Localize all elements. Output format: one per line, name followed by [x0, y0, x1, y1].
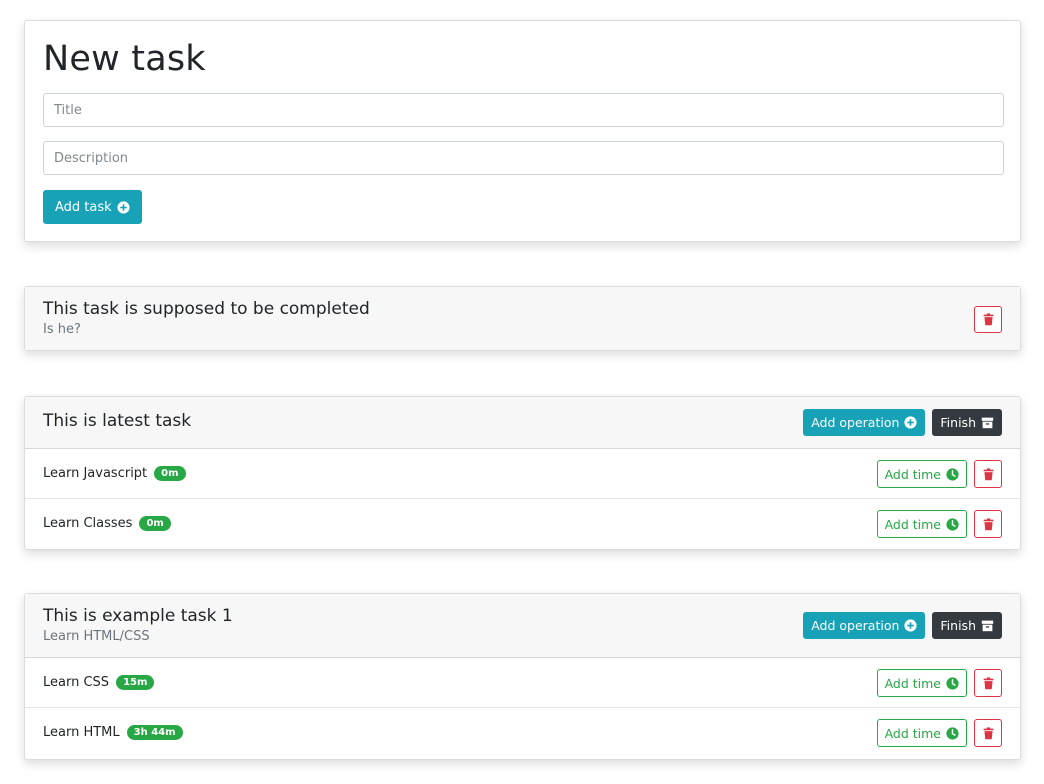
clock-icon [946, 517, 959, 531]
delete-task-button[interactable] [974, 306, 1002, 333]
description-input[interactable] [43, 141, 1004, 175]
time-badge: 3h 44m [126, 725, 183, 740]
task-title: This task is supposed to be completed [43, 299, 370, 319]
time-badge: 15m [116, 675, 155, 690]
add-operation-label: Add operation [811, 415, 900, 430]
title-input[interactable] [43, 93, 1004, 127]
operation-list: Learn Javascript 0m Add time Learn Class… [25, 449, 1020, 549]
task-description: Learn HTML/CSS [43, 629, 150, 644]
finish-button[interactable]: Finish [932, 409, 1002, 436]
task-card: This is latest task Add operation Finish [24, 396, 1021, 550]
task-header: This is example task 1 Learn HTML/CSS Ad… [25, 594, 1020, 658]
operation-name: Learn Classes [43, 516, 133, 531]
trash-icon [983, 726, 993, 739]
finish-button[interactable]: Finish [932, 612, 1002, 639]
add-time-label: Add time [884, 725, 941, 741]
trash-icon [983, 313, 993, 326]
plus-circle-icon [117, 200, 130, 214]
operation-row: Learn Javascript 0m Add time [25, 449, 1020, 499]
operation-list: Learn CSS 15m Add time Learn HTML 3h 44m… [25, 658, 1020, 758]
add-task-button[interactable]: Add task [43, 190, 142, 224]
plus-circle-icon [904, 416, 917, 429]
operation-name: Learn Javascript [43, 466, 148, 481]
add-task-label: Add task [55, 199, 112, 215]
new-task-card: New task Add task [24, 20, 1021, 242]
add-time-button[interactable]: Add time [876, 510, 967, 538]
add-operation-label: Add operation [811, 618, 900, 633]
delete-operation-button[interactable] [974, 460, 1002, 488]
add-time-label: Add time [884, 516, 941, 532]
clock-icon [946, 676, 959, 690]
archive-icon [981, 620, 994, 632]
task-title: This is latest task [43, 411, 192, 431]
delete-operation-button[interactable] [974, 669, 1002, 697]
add-operation-button[interactable]: Add operation [803, 409, 926, 436]
add-time-button[interactable]: Add time [876, 669, 967, 697]
trash-icon [983, 467, 993, 480]
trash-icon [983, 676, 993, 689]
task-card: This task is supposed to be completed Is… [24, 286, 1021, 351]
add-time-button[interactable]: Add time [876, 719, 967, 747]
add-operation-button[interactable]: Add operation [803, 612, 926, 639]
task-description: Is he? [43, 322, 81, 337]
archive-icon [981, 417, 994, 429]
task-header: This is latest task Add operation Finish [25, 397, 1020, 449]
operation-row: Learn CSS 15m Add time [25, 658, 1020, 708]
task-title: This is example task 1 [43, 606, 233, 626]
plus-circle-icon [904, 619, 917, 632]
delete-operation-button[interactable] [974, 510, 1002, 538]
new-task-heading: New task [43, 39, 206, 79]
clock-icon [946, 467, 959, 481]
finish-label: Finish [940, 618, 976, 633]
task-card: This is example task 1 Learn HTML/CSS Ad… [24, 593, 1021, 760]
trash-icon [983, 517, 993, 530]
clock-icon [946, 726, 959, 740]
operation-name: Learn HTML [43, 725, 120, 740]
add-time-label: Add time [884, 675, 941, 691]
operation-row: Learn HTML 3h 44m Add time [25, 708, 1020, 758]
operation-name: Learn CSS [43, 675, 110, 690]
time-badge: 0m [139, 516, 171, 531]
add-time-button[interactable]: Add time [876, 460, 967, 488]
operation-row: Learn Classes 0m Add time [25, 499, 1020, 549]
delete-operation-button[interactable] [974, 719, 1002, 747]
task-header: This task is supposed to be completed Is… [25, 287, 1020, 350]
time-badge: 0m [154, 466, 186, 481]
add-time-label: Add time [884, 466, 941, 482]
finish-label: Finish [940, 415, 976, 430]
